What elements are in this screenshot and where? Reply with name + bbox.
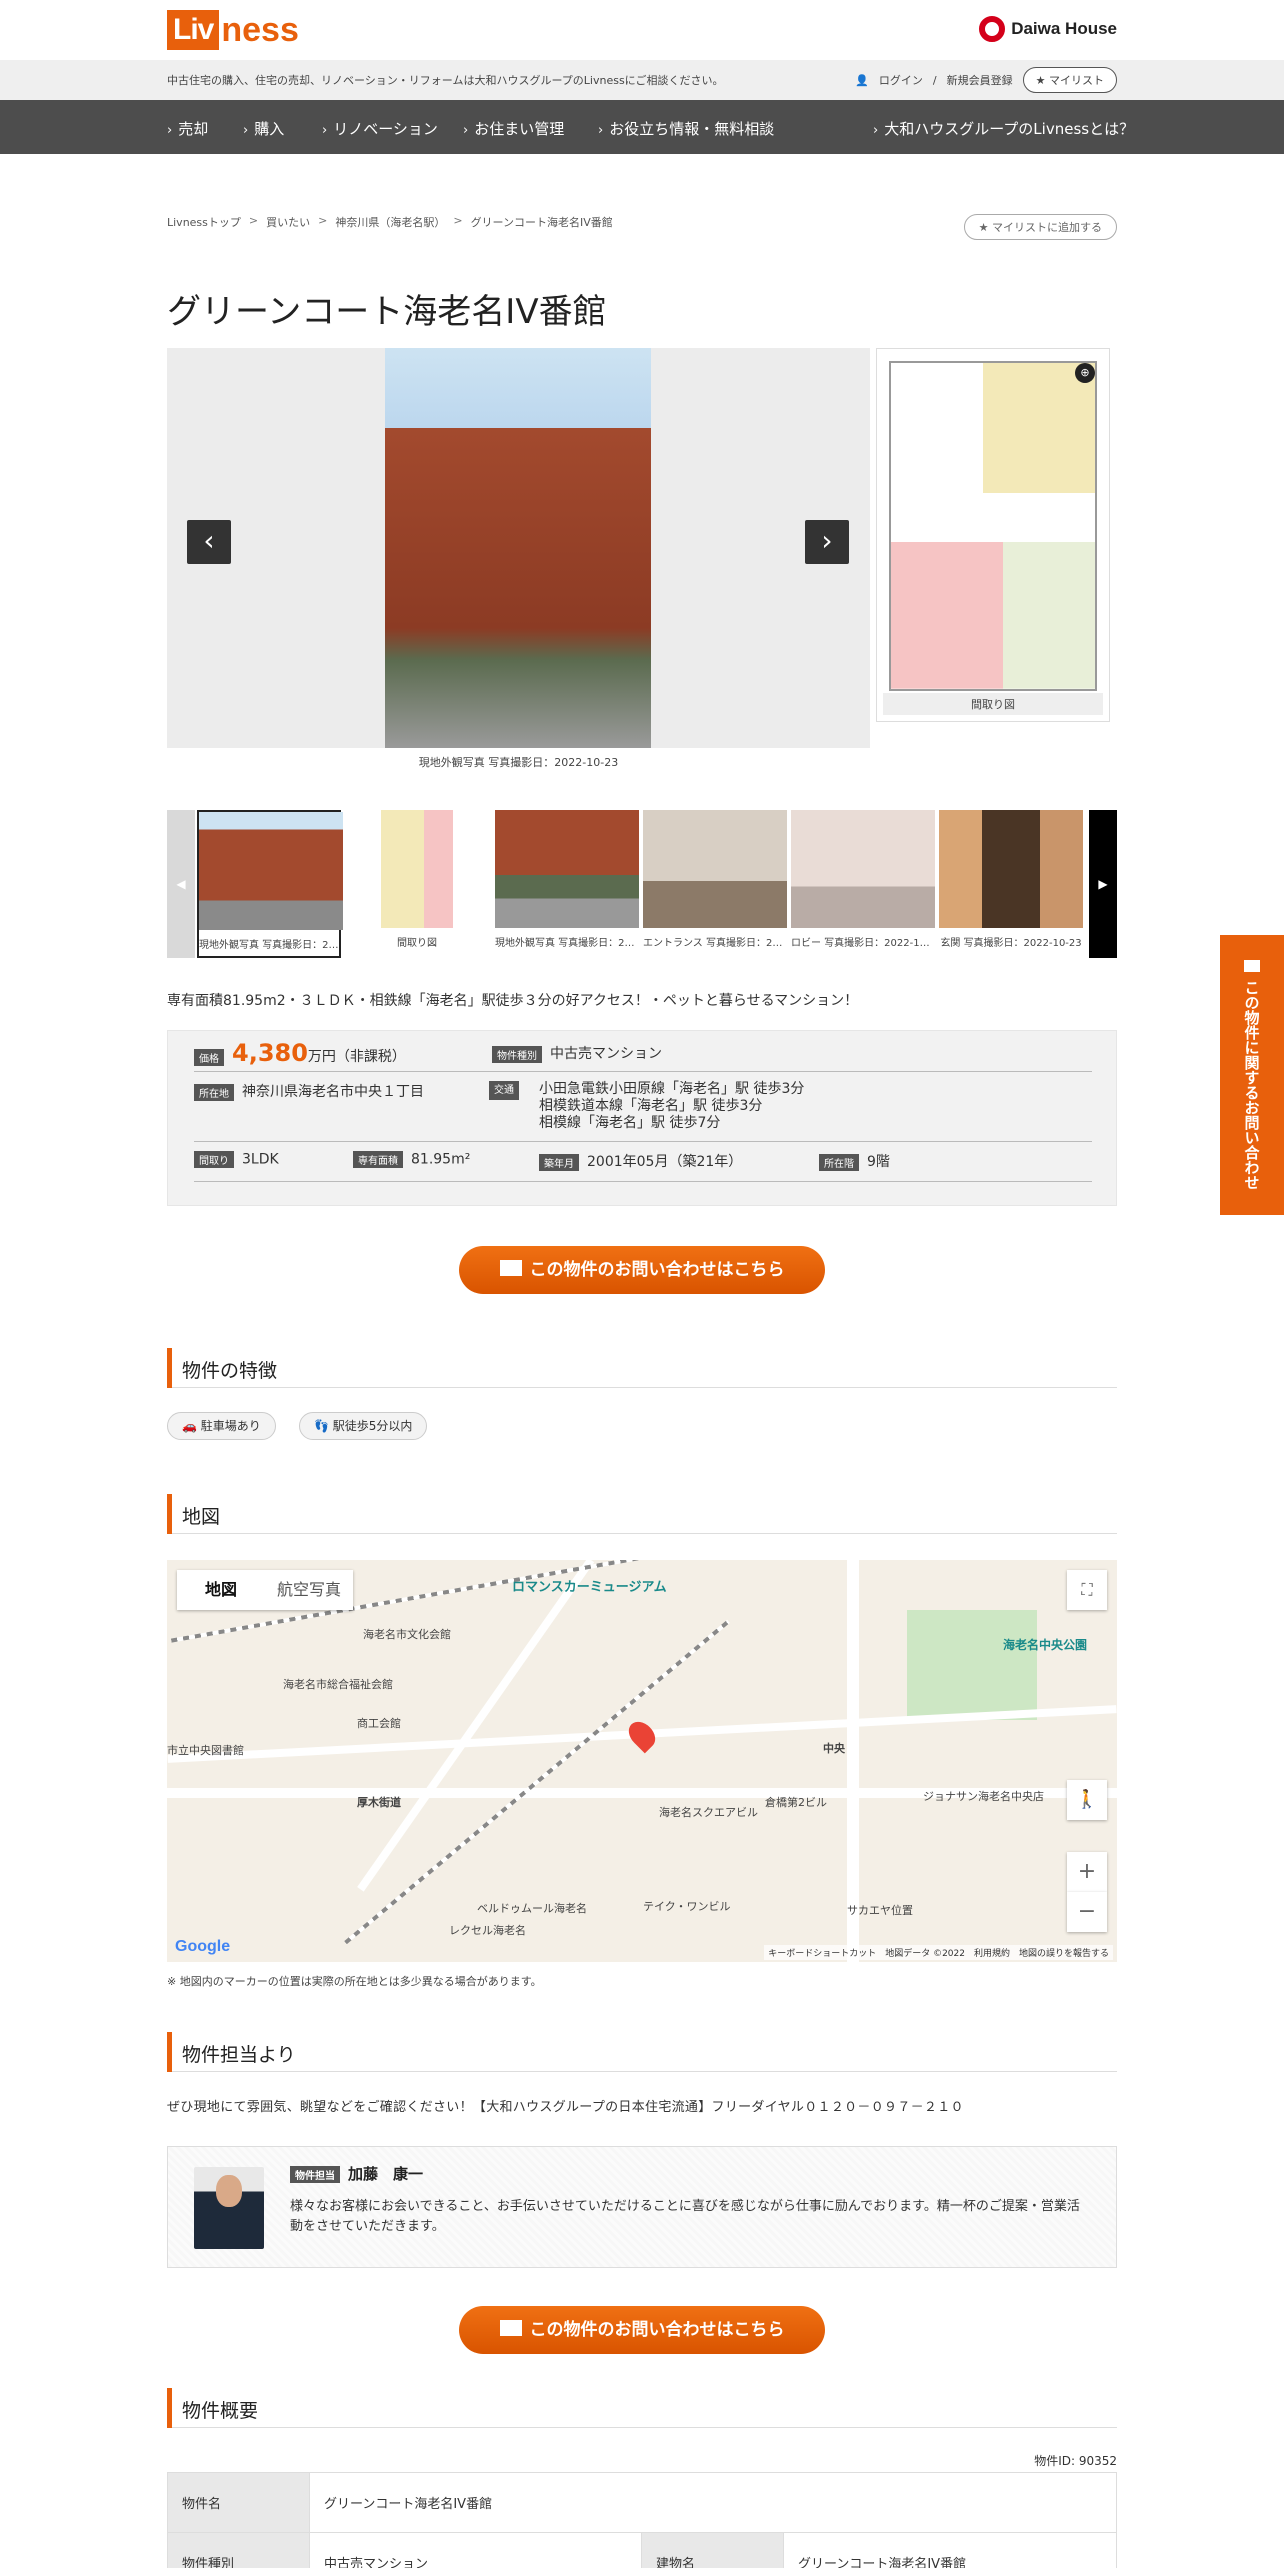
fullscreen-icon[interactable]: ⛶ — [1067, 1570, 1107, 1610]
thumbnail[interactable]: 現地外観写真 写真撮影日：2022-10-23 — [495, 810, 639, 958]
page-title: グリーンコート海老名IV番館 — [167, 292, 607, 332]
section-overview: 物件概要 — [167, 2388, 1117, 2428]
daiwa-house-logo[interactable]: Daiwa House — [979, 16, 1117, 42]
info-text: 中古住宅の購入、住宅の売却、リノベーション・リフォームは大和ハウスグループのLi… — [167, 74, 724, 87]
nav-info[interactable]: お役立ち情報・無料相談 — [598, 118, 774, 139]
breadcrumb-current: グリーンコート海老名IV番館 — [470, 216, 613, 229]
agent-card: 物件担当 加藤 康一 様々なお客様にお会いできること、お手伝いさせていただけること… — [167, 2146, 1117, 2268]
nav-buy[interactable]: 購入 — [243, 118, 284, 139]
thumb-next-button[interactable]: ▶ — [1089, 810, 1117, 958]
section-map: 地図 — [167, 1494, 1117, 1534]
car-icon: 🚗 — [182, 1419, 201, 1433]
breadcrumb-top[interactable]: Livnessトップ — [167, 214, 241, 230]
thumb-prev-button[interactable]: ◀ — [167, 810, 195, 958]
map-marker-icon[interactable] — [623, 1716, 661, 1754]
access-line: 相模鉄道本線「海老名」駅 徒歩3分 — [539, 1098, 763, 1114]
contact-button[interactable]: この物件のお問い合わせはこちら — [459, 1246, 825, 1294]
thumbnail-strip: ◀ 現地外観写真 写真撮影日：2022-10-23 間取り図 現地外観写真 写真… — [167, 810, 1117, 958]
add-mylist-button[interactable]: ★ マイリストに追加する — [963, 214, 1117, 240]
main-photo — [385, 348, 651, 748]
price-value: 4,380 — [232, 1039, 308, 1067]
info-bar: 中古住宅の購入、住宅の売却、リノベーション・リフォームは大和ハウスグループのLi… — [0, 60, 1284, 100]
daiwa-ring-icon — [979, 16, 1006, 42]
mylist-button[interactable]: ★ マイリスト — [1022, 67, 1117, 93]
breadcrumb-area[interactable]: 神奈川県（海老名駅） — [335, 214, 445, 230]
star-icon: ★ — [1035, 74, 1049, 87]
floor-value: 9階 — [867, 1154, 890, 1170]
map-type-tabs: 地図 航空写真 — [177, 1570, 353, 1610]
thumbnail[interactable]: 玄関 写真撮影日：2022-10-23 — [939, 810, 1083, 958]
thumbnail[interactable]: 間取り図 — [345, 810, 489, 958]
section-agent: 物件担当より — [167, 2032, 1117, 2072]
catch-copy: 専有面積81.95m2・３ＬＤＫ・相鉄線「海老名」駅徒歩３分の好アクセス！・ペッ… — [167, 993, 859, 1009]
area-value: 81.95m² — [411, 1151, 471, 1168]
thumbnail[interactable]: エントランス 写真撮影日：2022-10-23 — [643, 810, 787, 958]
side-contact-tab[interactable]: この物件に関するお問い合わせ — [1220, 935, 1284, 1215]
built-value: 2001年05月（築21年） — [587, 1154, 743, 1170]
tab-aerial[interactable]: 航空写真 — [265, 1570, 353, 1610]
price-label: 価格 — [194, 1048, 224, 1066]
agent-name: 加藤 康一 — [348, 2165, 424, 2183]
main-photo-caption: 現地外観写真 写真撮影日：2022-10-23 — [418, 756, 619, 769]
section-features: 物件の特徴 — [167, 1348, 1117, 1388]
google-logo: Google — [175, 1938, 231, 1955]
mail-icon — [499, 2320, 522, 2336]
nav-about[interactable]: 大和ハウスグループのLivnessとは？ — [873, 118, 1134, 139]
login-link[interactable]: ログイン — [879, 72, 923, 88]
mail-icon — [499, 1260, 522, 1276]
feature-badge: 🚗 駐車場あり — [167, 1412, 276, 1440]
global-nav: 売却 購入 リノベーション お住まい管理 お役立ち情報・無料相談 大和ハウスグル… — [0, 100, 1284, 154]
map-view[interactable]: ロマンスカーミュージアム 海老名市文化会館 海老名市総合福祉会館 商工会館 市立… — [167, 1560, 1117, 1962]
zoom-icon[interactable]: ⊕ — [1075, 363, 1095, 383]
table-row: 物件種別 中古売マンション 建物名 グリーンコート海老名IV番館 — [167, 2532, 1117, 2568]
address-value: 神奈川県海老名市中央１丁目 — [242, 1084, 424, 1100]
nav-sell[interactable]: 売却 — [167, 118, 208, 139]
map-note: ※ 地図内のマーカーの位置は実際の所在地とは多少異なる場合があります。 — [167, 1975, 542, 1988]
main-photo-viewer: ‹ › — [167, 348, 870, 748]
property-type: 中古売マンション — [550, 1046, 662, 1062]
access-line: 相模線「海老名」駅 徒歩7分 — [539, 1115, 721, 1131]
user-icon: 👤 — [855, 73, 869, 87]
table-row: 物件名 グリーンコート海老名IV番館 — [167, 2472, 1117, 2533]
breadcrumb: Livnessトップ > 買いたい > 神奈川県（海老名駅） > グリーンコート海老名… — [167, 214, 613, 230]
livness-logo[interactable]: Liv ness — [167, 10, 299, 50]
feature-badge: 👣 駅徒歩5分以内 — [299, 1412, 428, 1440]
thumbnail[interactable]: ロビー 写真撮影日：2022-10-23 — [791, 810, 935, 958]
walk-icon: 👣 — [314, 1419, 333, 1433]
agent-message: ぜひ現地にて雰囲気、眺望などをご確認ください！【大和ハウスグループの日本住宅流通… — [167, 2100, 964, 2115]
property-id: 物件ID: 90352 — [1034, 2454, 1117, 2468]
zoom-out-button[interactable]: − — [1067, 1892, 1107, 1932]
prev-photo-button[interactable]: ‹ — [187, 520, 231, 564]
contact-button[interactable]: この物件のお問い合わせはこちら — [459, 2306, 825, 2354]
map-attribution[interactable]: キーボードショートカット 地図データ ©2022 利用規約 地図の誤りを報告する — [764, 1945, 1113, 1960]
next-photo-button[interactable]: › — [805, 520, 849, 564]
agent-avatar — [194, 2167, 264, 2249]
mail-icon — [1244, 960, 1260, 972]
price-unit: 万円（非課税） — [307, 1049, 406, 1065]
property-summary: 価格 4,380万円（非課税） 物件種別 中古売マンション 所在地 神奈川県海老名市中… — [167, 1030, 1117, 1206]
pegman-icon[interactable]: 🚶 — [1067, 1780, 1107, 1820]
floor-plan-panel[interactable]: ⊕ 間取り図 — [876, 348, 1110, 722]
star-icon: ★ — [978, 221, 992, 234]
agent-text: 様々なお客様にお会いできること、お手伝いさせていただけることに喜びを感じながら仕… — [290, 2199, 1080, 2234]
layout-value: 3LDK — [242, 1151, 279, 1168]
access-line: 小田急電鉄小田原線「海老名」駅 徒歩3分 — [539, 1081, 805, 1097]
nav-renovation[interactable]: リノベーション — [322, 118, 438, 139]
tab-map[interactable]: 地図 — [177, 1570, 265, 1610]
zoom-in-button[interactable]: + — [1067, 1852, 1107, 1892]
nav-management[interactable]: お住まい管理 — [463, 118, 564, 139]
register-link[interactable]: 新規会員登録 — [947, 72, 1013, 88]
floor-plan-caption: 間取り図 — [883, 693, 1103, 715]
breadcrumb-buy[interactable]: 買いたい — [266, 214, 310, 230]
floor-plan-image — [889, 361, 1097, 691]
agent-tag: 物件担当 — [290, 2166, 340, 2183]
thumbnail[interactable]: 現地外観写真 写真撮影日：2022-10-23 — [197, 810, 343, 958]
spec-table: 物件名 グリーンコート海老名IV番館 物件種別 中古売マンション 建物名 グリー… — [167, 2472, 1117, 2568]
